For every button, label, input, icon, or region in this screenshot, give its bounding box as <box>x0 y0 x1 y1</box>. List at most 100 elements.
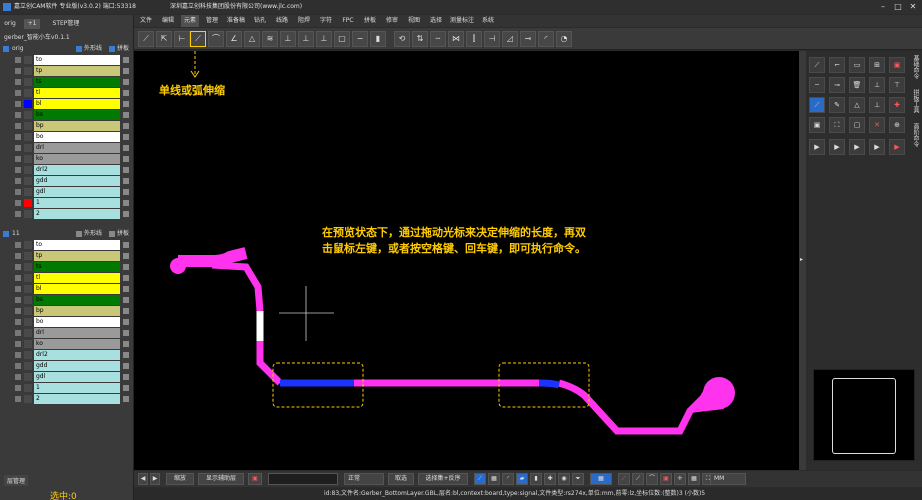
menu-9[interactable]: FPC <box>339 15 357 27</box>
layer-lock-checkbox[interactable] <box>123 319 129 325</box>
layer-color-swatch[interactable] <box>24 100 32 108</box>
layer-name[interactable]: 2 <box>34 209 120 219</box>
layer-row[interactable]: drl <box>0 143 134 153</box>
layer-lock-checkbox[interactable] <box>123 79 129 85</box>
layer-lock-checkbox[interactable] <box>123 101 129 107</box>
panel-checkbox[interactable] <box>109 231 115 237</box>
trace-pink[interactable] <box>170 247 735 435</box>
layer-row[interactable]: 2 <box>0 209 134 219</box>
crosshair-icon[interactable]: ✛ <box>674 473 686 485</box>
select-box-icon[interactable]: ▣ <box>248 473 262 485</box>
tool-play3-icon[interactable]: ▶ <box>849 139 865 155</box>
layer-name[interactable]: bp <box>34 306 120 316</box>
menu-3[interactable]: 管理 <box>203 15 221 27</box>
menu-10[interactable]: 拼板 <box>361 15 379 27</box>
layer-visible-checkbox[interactable] <box>15 112 21 118</box>
layer-row[interactable]: bo <box>0 132 134 142</box>
layer-color-swatch[interactable] <box>24 285 32 293</box>
tool-triangle2-icon[interactable]: △ <box>849 97 865 113</box>
layer-row[interactable]: ko <box>0 154 134 164</box>
layer-visible-checkbox[interactable] <box>15 286 21 292</box>
layer-visible-checkbox[interactable] <box>15 90 21 96</box>
layer-color-swatch[interactable] <box>24 67 32 75</box>
layer-lock-checkbox[interactable] <box>123 156 129 162</box>
tool-pad2-icon[interactable]: ⊥ <box>298 31 314 47</box>
layer-color-swatch[interactable] <box>24 395 32 403</box>
layer-row[interactable]: bl <box>0 284 134 294</box>
menu-2[interactable]: 元素 <box>181 15 199 27</box>
layer-name[interactable]: bl <box>34 284 120 294</box>
layer-lock-checkbox[interactable] <box>123 200 129 206</box>
layer-name[interactable]: gdl <box>34 372 120 382</box>
tool-red-box-icon[interactable]: ▣ <box>889 57 905 73</box>
layer-lock-checkbox[interactable] <box>123 396 129 402</box>
trace-selected-arc[interactable] <box>538 379 560 389</box>
layer-row[interactable]: bp <box>0 306 134 316</box>
tool-flip-icon[interactable]: ⇅ <box>412 31 428 47</box>
layer-name[interactable]: 1 <box>34 383 120 393</box>
layer-visible-checkbox[interactable] <box>15 200 21 206</box>
layer-visible-checkbox[interactable] <box>15 319 21 325</box>
layer-row[interactable]: gdl <box>0 187 134 197</box>
tool-mirror-icon[interactable]: ⋈ <box>448 31 464 47</box>
snap-plus-icon[interactable]: ✚ <box>544 473 556 485</box>
layer-color-swatch[interactable] <box>24 362 32 370</box>
tool-extend-icon[interactable]: ⊢ <box>174 31 190 47</box>
side-label-advanced[interactable]: 高阶命令 <box>911 123 920 147</box>
tool-fit-icon[interactable]: ⛶ <box>829 117 845 133</box>
tool-join-icon[interactable]: ⊸ <box>829 77 845 93</box>
tool-play4-icon[interactable]: ▶ <box>869 139 885 155</box>
layer-color-swatch[interactable] <box>24 340 32 348</box>
layer-name[interactable]: tp <box>34 251 120 261</box>
snap-fill-icon[interactable]: ▰ <box>516 473 528 485</box>
unit-select[interactable]: MM <box>710 473 746 485</box>
tab-step-manager[interactable]: STEP管理 <box>48 19 84 29</box>
display-aux-layer-button[interactable]: 显示辅助层 <box>198 473 244 485</box>
layer-row[interactable]: ko <box>0 339 134 349</box>
tool-square-icon[interactable]: ▢ <box>334 31 350 47</box>
snap-filter-icon[interactable]: ⏷ <box>572 473 584 485</box>
layer-name[interactable]: 2 <box>34 394 120 404</box>
panel-checkbox[interactable] <box>109 46 115 52</box>
close-icon[interactable]: ✕ <box>908 2 918 12</box>
tool-dash-icon[interactable]: ╌ <box>430 31 446 47</box>
layer-name[interactable]: drl <box>34 143 120 153</box>
layer-lock-checkbox[interactable] <box>123 363 129 369</box>
layer-name[interactable]: bs <box>34 295 120 305</box>
menu-11[interactable]: 修审 <box>383 15 401 27</box>
tool-square2-icon[interactable]: ▢ <box>849 117 865 133</box>
layer-row[interactable]: 1 <box>0 198 134 208</box>
tool-bar-icon[interactable]: ▮ <box>370 31 386 47</box>
layer-lock-checkbox[interactable] <box>123 330 129 336</box>
layer-color-swatch[interactable] <box>24 89 32 97</box>
layer-name[interactable]: to <box>34 240 120 250</box>
layer-row[interactable]: tl <box>0 273 134 283</box>
layer-name[interactable]: to <box>34 55 120 65</box>
menu-13[interactable]: 选择 <box>427 15 445 27</box>
layer-name[interactable]: drl2 <box>34 165 120 175</box>
layer-color-swatch[interactable] <box>24 111 32 119</box>
tool-slant-icon[interactable]: ◿ <box>502 31 518 47</box>
tool-draw-line-icon[interactable]: ⟋ <box>809 57 825 73</box>
layer-lock-checkbox[interactable] <box>123 68 129 74</box>
snap-line-icon[interactable]: ⟋ <box>474 473 486 485</box>
layer-visible-checkbox[interactable] <box>15 275 21 281</box>
layer-name[interactable]: ko <box>34 154 120 164</box>
layer-lock-checkbox[interactable] <box>123 242 129 248</box>
layer-visible-checkbox[interactable] <box>15 363 21 369</box>
layer-row[interactable]: ts <box>0 262 134 272</box>
layer-visible-checkbox[interactable] <box>15 211 21 217</box>
layer-row[interactable]: tp <box>0 251 134 261</box>
layer-visible-checkbox[interactable] <box>15 385 21 391</box>
deselect-button[interactable]: 取选 <box>388 473 414 485</box>
layer-row[interactable]: tl <box>0 88 134 98</box>
layer-row[interactable]: drl <box>0 328 134 338</box>
layer-lock-checkbox[interactable] <box>123 123 129 129</box>
tool-rect-icon[interactable]: ▭ <box>849 57 865 73</box>
layer-visible-checkbox[interactable] <box>15 167 21 173</box>
tool-grid-icon[interactable]: ⊞ <box>869 57 885 73</box>
layer-color-swatch[interactable] <box>24 56 32 64</box>
layer-color-swatch[interactable] <box>24 144 32 152</box>
layer-name[interactable]: tl <box>34 273 120 283</box>
layer-lock-checkbox[interactable] <box>123 253 129 259</box>
